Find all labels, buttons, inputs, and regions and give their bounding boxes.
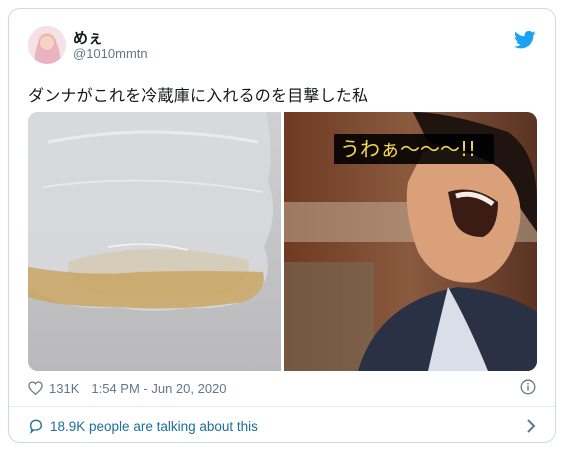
heart-icon[interactable] (28, 381, 43, 395)
chevron-right-icon[interactable] (526, 419, 536, 433)
talking-count[interactable]: 18.9K people are talking about this (50, 419, 258, 434)
user-handle[interactable]: @1010mmtn (73, 46, 148, 61)
like-count[interactable]: 131K (49, 381, 79, 396)
avatar[interactable] (28, 26, 66, 64)
info-icon[interactable] (520, 379, 536, 395)
tweet-text: ダンナがこれを冷蔵庫に入れるのを目撃した私 (28, 86, 369, 105)
tweet-meta: 131K 1:54 PM - Jun 20, 2020 (28, 377, 227, 399)
speech-bubble-icon (29, 419, 43, 434)
image-caption: うわぁ～～～!! (340, 137, 476, 161)
bottle-photo (28, 112, 281, 371)
tweet-card[interactable]: めぇ @1010mmtn ダンナがこれを冷蔵庫に入れるのを目撃した私 うわぁ～～… (8, 8, 556, 443)
divider (9, 406, 555, 407)
tweet-photo: うわぁ～～～!! (28, 112, 537, 371)
tweet-media[interactable]: うわぁ～～～!! (28, 112, 537, 371)
tweet-timestamp[interactable]: 1:54 PM - Jun 20, 2020 (91, 381, 226, 396)
conversation-link[interactable]: 18.9K people are talking about this (28, 416, 258, 436)
avatar-image (28, 26, 66, 64)
display-name[interactable]: めぇ (73, 27, 103, 48)
twitter-bird-icon[interactable] (514, 30, 536, 50)
